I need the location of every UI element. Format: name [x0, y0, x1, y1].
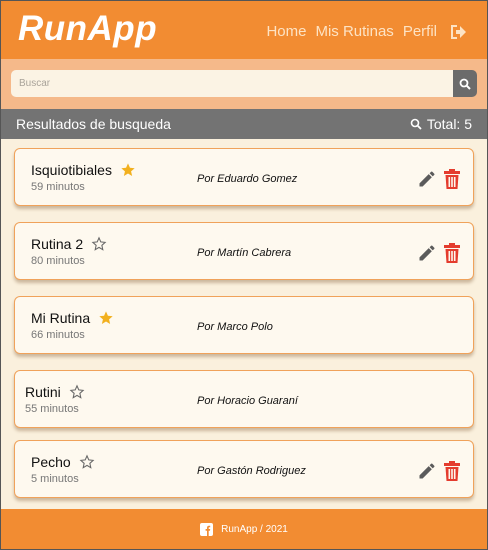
results-total: Total: 5 — [410, 116, 472, 132]
app-header: RunApp Home Mis Rutinas Perfil — [1, 1, 487, 59]
star-filled-icon[interactable] — [98, 310, 114, 326]
nav-mis-rutinas[interactable]: Mis Rutinas — [315, 23, 393, 40]
search-bar — [1, 59, 487, 109]
delete-icon[interactable] — [443, 169, 461, 189]
routine-card[interactable]: Mi Rutina 66 minutos Por Marco Polo — [14, 296, 474, 354]
star-outline-icon[interactable] — [69, 384, 85, 400]
routine-name: Isquiotibiales — [31, 162, 112, 178]
search-icon — [410, 118, 422, 130]
routine-list: Isquiotibiales 59 minutos Por Eduardo Go… — [1, 139, 487, 509]
routine-actions — [417, 169, 461, 189]
routine-duration: 59 minutos — [31, 181, 85, 193]
routine-actions — [417, 243, 461, 263]
routine-name: Rutini — [25, 384, 61, 400]
edit-icon[interactable] — [417, 243, 437, 263]
search-button[interactable] — [453, 70, 477, 97]
routine-card[interactable]: Rutina 2 80 minutos Por Martín Cabrera — [14, 222, 474, 280]
routine-name-row: Rutini — [25, 384, 85, 400]
routine-name-row: Pecho — [31, 454, 95, 470]
nav-home[interactable]: Home — [266, 23, 306, 40]
nav-perfil[interactable]: Perfil — [403, 23, 437, 40]
routine-name: Mi Rutina — [31, 310, 91, 326]
routine-name-row: Isquiotibiales — [31, 162, 136, 178]
routine-author: Por Horacio Guaraní — [197, 395, 298, 407]
routine-duration: 5 minutos — [31, 473, 79, 485]
star-outline-icon[interactable] — [91, 236, 107, 252]
app-logo[interactable]: RunApp — [18, 9, 157, 49]
routine-author: Por Gastón Rodriguez — [197, 465, 306, 477]
results-title: Resultados de busqueda — [16, 116, 171, 132]
star-filled-icon[interactable] — [120, 162, 136, 178]
facebook-icon[interactable] — [200, 522, 214, 536]
routine-name-row: Mi Rutina — [31, 310, 114, 326]
search-input[interactable] — [11, 70, 453, 97]
delete-icon[interactable] — [443, 461, 461, 481]
routine-name: Rutina 2 — [31, 236, 84, 252]
routine-card[interactable]: Pecho 5 minutos Por Gastón Rodriguez — [14, 440, 474, 498]
routine-duration: 66 minutos — [31, 329, 85, 341]
routine-name-row: Rutina 2 — [31, 236, 107, 252]
results-header: Resultados de busqueda Total: 5 — [1, 109, 487, 139]
routine-actions — [417, 461, 461, 481]
routine-author: Por Eduardo Gomez — [197, 173, 298, 185]
search-icon — [459, 78, 471, 90]
edit-icon[interactable] — [417, 169, 437, 189]
results-total-label: Total: 5 — [426, 116, 472, 132]
routine-duration: 55 minutos — [25, 403, 79, 415]
routine-author: Por Martín Cabrera — [197, 247, 292, 259]
routine-card[interactable]: Isquiotibiales 59 minutos Por Eduardo Go… — [14, 148, 474, 206]
edit-icon[interactable] — [417, 461, 437, 481]
star-outline-icon[interactable] — [79, 454, 95, 470]
routine-author: Por Marco Polo — [197, 321, 273, 333]
app-footer: RunApp / 2021 — [1, 509, 487, 549]
routine-name: Pecho — [31, 454, 71, 470]
routine-card[interactable]: Rutini 55 minutos Por Horacio Guaraní — [14, 370, 474, 428]
footer-text: RunApp / 2021 — [221, 523, 288, 535]
main-nav: Home Mis Rutinas Perfil — [266, 23, 467, 40]
routine-duration: 80 minutos — [31, 255, 85, 267]
logout-icon[interactable] — [449, 24, 467, 40]
delete-icon[interactable] — [443, 243, 461, 263]
